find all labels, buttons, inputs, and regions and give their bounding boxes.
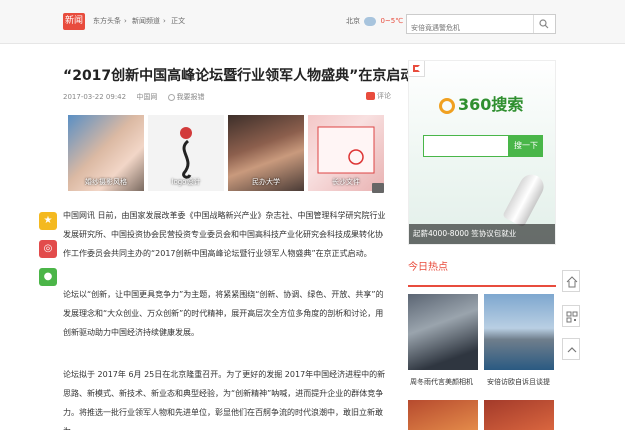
qrcode-icon (566, 311, 578, 323)
weather-city: 北京 (346, 17, 360, 25)
article-paragraph: 中国网讯 日前，由国家发展改革委《中国战略新兴产业》杂志社、中国管理科学研究院行… (63, 211, 386, 258)
hot-item-caption[interactable]: 周冬雨代言美颜相机 (410, 377, 473, 387)
article-paragraph: 论坛拟于 2017年 6月 25日在北京隆重召开。为了更好的发掘 2017年中国… (63, 370, 386, 430)
ad-footer-text: 起薪4000-8000 签协议包就业 (409, 224, 555, 244)
article-title: “2017创新中国高峰论坛暨行业领军人物盛典”在京启动 (63, 68, 415, 84)
qzone-icon[interactable]: ★ (39, 212, 57, 230)
hot-item-image[interactable] (484, 294, 554, 370)
comment-icon (366, 92, 375, 100)
search-input[interactable] (407, 19, 532, 37)
hot-item-image[interactable] (484, 400, 554, 430)
breadcrumb-current: 正文 (171, 17, 186, 25)
qrcode-button[interactable] (562, 305, 580, 327)
search-icon (539, 19, 549, 29)
home-button[interactable] (562, 270, 580, 292)
hot-divider (408, 285, 556, 287)
article-paragraph: 论坛以“创新，让中国更具竞争力”为主题，将紧紧围绕“创新、协调、绿色、开放、共享… (63, 290, 384, 337)
360-logo-icon (439, 97, 455, 114)
site-logo[interactable]: 新闻 (63, 13, 85, 30)
ad-mark-icon (409, 61, 425, 77)
back-to-top-button[interactable] (562, 338, 580, 360)
home-icon (566, 276, 578, 288)
ad-search-field[interactable] (423, 135, 509, 157)
weather-widget[interactable]: 北京 0~5℃ (346, 16, 403, 26)
top-bar: 新闻 东方头条 › 新闻频道 › 正文 北京 0~5℃ (0, 0, 625, 44)
search-box (406, 14, 556, 37)
weather-temp: 0~5℃ (380, 17, 404, 25)
wechat-icon[interactable]: ● (39, 268, 57, 286)
search-button[interactable] (533, 15, 555, 33)
ad-image-logo[interactable]: logo设计 (148, 115, 224, 191)
comment-link[interactable]: 评论 (366, 91, 391, 101)
article-source[interactable]: 中国网 (136, 93, 157, 101)
rocket-icon (502, 170, 548, 228)
ad-image-wedding[interactable]: 婚纱摄影风格 (68, 115, 144, 191)
search-ad-banner[interactable]: 360搜索 搜一下 起薪4000-8000 签协议包就业 (408, 60, 556, 245)
breadcrumb-channel[interactable]: 新闻频道 (132, 17, 160, 25)
report-icon (167, 93, 175, 101)
weibo-icon[interactable]: ◎ (39, 240, 57, 258)
breadcrumb: 东方头条 › 新闻频道 › 正文 (93, 17, 186, 25)
article-meta: 2017-03-22 09:42 中国网 我要报错 (63, 92, 221, 102)
hot-item-image[interactable] (408, 400, 478, 430)
ad-search-button[interactable]: 搜一下 (509, 135, 543, 157)
cloud-snow-icon (364, 16, 377, 26)
ad-brand: 360搜索 (439, 91, 523, 115)
chevron-up-icon (567, 347, 577, 353)
article-date: 2017-03-22 09:42 (63, 93, 127, 101)
hot-item-caption[interactable]: 安倍访欧自诉且谈提 (487, 377, 550, 387)
gallery-icon[interactable] (372, 183, 384, 193)
ad-image-certificate[interactable]: 长沙文件 (308, 115, 384, 191)
report-error-link[interactable]: 我要报错 (167, 93, 213, 101)
hot-item-image[interactable] (408, 294, 478, 370)
breadcrumb-home[interactable]: 东方头条 (93, 17, 121, 25)
ad-image-university[interactable]: 民办大学 (228, 115, 304, 191)
hot-section-title: 今日热点 (408, 262, 448, 273)
